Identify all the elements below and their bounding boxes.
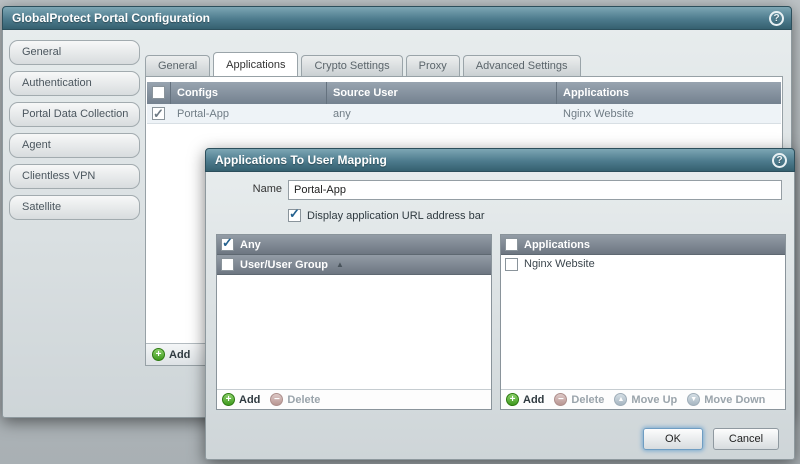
ok-button[interactable]: OK — [643, 428, 703, 450]
tab-general[interactable]: General — [145, 55, 210, 77]
add-user-button[interactable]: + Add — [222, 393, 260, 406]
user-group-panel: Any User/User Group ▲ + Add − Delete — [216, 234, 492, 410]
add-config-button[interactable]: + Add — [152, 348, 190, 361]
column-header-configs[interactable]: Configs — [171, 82, 327, 104]
table-header: Configs Source User Applications — [147, 82, 781, 104]
sort-asc-icon: ▲ — [336, 260, 344, 269]
delete-icon: − — [554, 393, 567, 406]
outer-dialog-title: GlobalProtect Portal Configuration — [12, 11, 210, 25]
user-group-column-header[interactable]: User/User Group — [240, 259, 328, 271]
sidebar: General Authentication Portal Data Colle… — [9, 40, 140, 226]
applications-toolbar: + Add − Delete ▲ Move Up ▼ Move Down — [501, 389, 785, 409]
applications-header-row: Applications — [501, 235, 785, 255]
applications-select-all-checkbox[interactable] — [505, 238, 518, 251]
inner-dialog-titlebar[interactable]: Applications To User Mapping ? — [205, 148, 795, 172]
inner-dialog-title: Applications To User Mapping — [215, 153, 387, 167]
move-down-label: Move Down — [704, 394, 765, 406]
tab-applications[interactable]: Applications — [213, 52, 298, 77]
tabstrip: General Applications Crypto Settings Pro… — [145, 52, 584, 77]
cell-configs: Portal-App — [171, 104, 327, 123]
sidebar-item-agent[interactable]: Agent — [9, 133, 140, 158]
any-checkbox[interactable] — [221, 238, 234, 251]
add-icon: + — [222, 393, 235, 406]
name-input[interactable] — [288, 180, 782, 200]
application-row-label: Nginx Website — [524, 258, 595, 270]
outer-dialog-titlebar[interactable]: GlobalProtect Portal Configuration ? — [2, 6, 792, 30]
delete-user-label: Delete — [287, 394, 320, 406]
tab-crypto-settings[interactable]: Crypto Settings — [301, 55, 402, 77]
cell-source-user: any — [327, 104, 557, 123]
column-header-source-user[interactable]: Source User — [327, 82, 557, 104]
cancel-button[interactable]: Cancel — [713, 428, 779, 450]
add-icon: + — [152, 348, 165, 361]
delete-application-label: Delete — [571, 394, 604, 406]
display-url-label: Display application URL address bar — [307, 210, 485, 222]
user-group-list — [217, 276, 491, 389]
delete-user-button: − Delete — [270, 393, 320, 406]
add-config-label: Add — [169, 349, 190, 361]
add-application-label: Add — [523, 394, 544, 406]
sidebar-item-general[interactable]: General — [9, 40, 140, 65]
application-row[interactable]: Nginx Website — [501, 255, 785, 273]
sidebar-item-authentication[interactable]: Authentication — [9, 71, 140, 96]
select-all-checkbox[interactable] — [152, 86, 165, 99]
help-icon[interactable]: ? — [769, 11, 784, 26]
tab-advanced-settings[interactable]: Advanced Settings — [463, 55, 581, 77]
name-label: Name — [206, 183, 282, 195]
column-header-applications[interactable]: Applications — [557, 82, 781, 104]
inner-dialog-body: Name Display application URL address bar… — [205, 172, 795, 460]
display-url-row: Display application URL address bar — [288, 209, 485, 222]
move-up-button: ▲ Move Up — [614, 393, 677, 406]
delete-application-button: − Delete — [554, 393, 604, 406]
delete-icon: − — [270, 393, 283, 406]
add-application-button[interactable]: + Add — [506, 393, 544, 406]
add-icon: + — [506, 393, 519, 406]
user-group-select-all-checkbox[interactable] — [221, 258, 234, 271]
applications-list: Nginx Website — [501, 255, 785, 389]
display-url-checkbox[interactable] — [288, 209, 301, 222]
row-checkbox[interactable] — [152, 107, 165, 120]
any-label: Any — [240, 239, 261, 251]
move-up-label: Move Up — [631, 394, 677, 406]
applications-column-header[interactable]: Applications — [524, 239, 590, 251]
table-row[interactable]: Portal-App any Nginx Website — [147, 104, 781, 124]
user-group-toolbar: + Add − Delete — [217, 389, 491, 409]
add-user-label: Add — [239, 394, 260, 406]
applications-panel: Applications Nginx Website + Add − Delet… — [500, 234, 786, 410]
sidebar-item-portal-data-collection[interactable]: Portal Data Collection — [9, 102, 140, 127]
sidebar-item-satellite[interactable]: Satellite — [9, 195, 140, 220]
any-row: Any — [217, 235, 491, 255]
help-icon[interactable]: ? — [772, 153, 787, 168]
application-row-checkbox[interactable] — [505, 258, 518, 271]
applications-user-mapping-dialog: Applications To User Mapping ? Name Disp… — [205, 148, 795, 460]
cell-applications: Nginx Website — [557, 104, 781, 123]
sidebar-item-clientless-vpn[interactable]: Clientless VPN — [9, 164, 140, 189]
move-down-button: ▼ Move Down — [687, 393, 765, 406]
user-group-header-row: User/User Group ▲ — [217, 255, 491, 275]
move-down-icon: ▼ — [687, 393, 700, 406]
tab-proxy[interactable]: Proxy — [406, 55, 460, 77]
move-up-icon: ▲ — [614, 393, 627, 406]
